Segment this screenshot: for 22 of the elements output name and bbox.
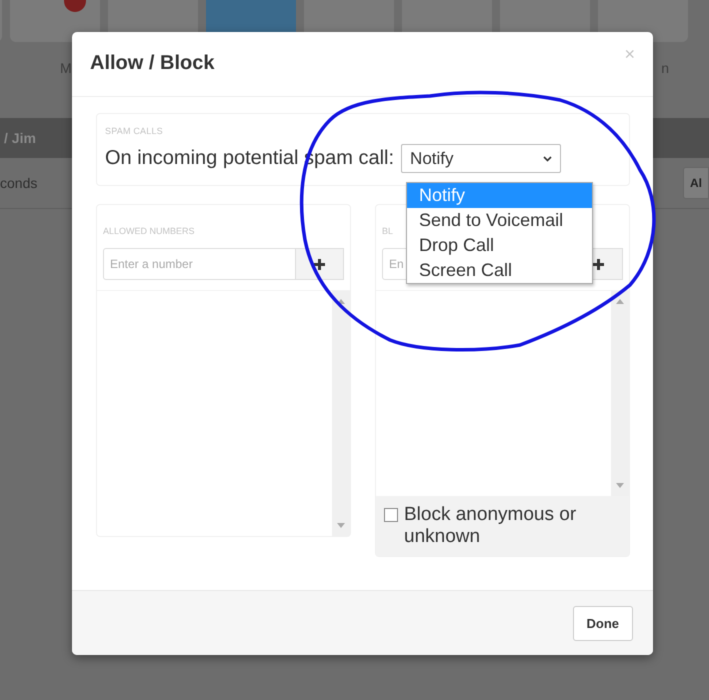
breadcrumb: / Jim xyxy=(4,130,36,146)
app-tile[interactable] xyxy=(10,0,100,42)
plus-icon xyxy=(593,258,604,270)
toolbar-button[interactable]: Al xyxy=(683,167,709,199)
checkbox[interactable] xyxy=(384,508,398,522)
number-input[interactable]: Enter a number xyxy=(103,248,296,280)
add-button[interactable] xyxy=(296,248,344,280)
plus-icon xyxy=(314,258,325,270)
section-heading: SPAM CALLS xyxy=(105,126,164,136)
dropdown-option[interactable]: Drop Call xyxy=(407,233,592,258)
scrollbar[interactable] xyxy=(332,291,350,536)
dropdown-option[interactable]: Screen Call xyxy=(407,258,592,283)
scroll-up-icon[interactable] xyxy=(337,299,345,304)
dropdown-option[interactable]: Send to Voicemail xyxy=(407,208,592,233)
spam-action-select[interactable]: Notify xyxy=(401,144,562,173)
toolbar-text: conds xyxy=(0,175,38,191)
panel-heading: BL xyxy=(382,226,394,236)
dialog-title: Allow / Block xyxy=(90,52,214,75)
checkbox-label: Block anonymous or unknown xyxy=(404,504,578,548)
done-button[interactable]: Done xyxy=(572,606,633,640)
panel-heading: ALLOWED NUMBERS xyxy=(103,226,195,236)
chevron-icon xyxy=(543,156,552,162)
